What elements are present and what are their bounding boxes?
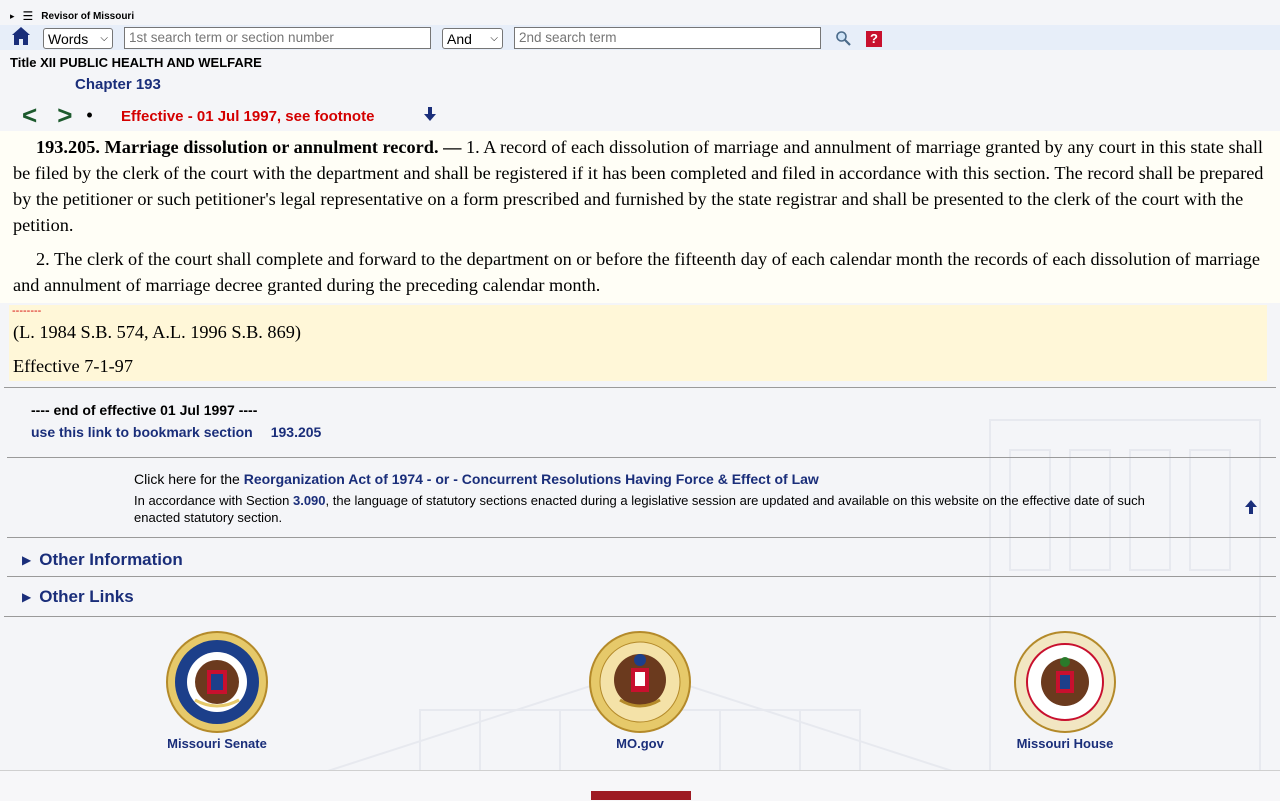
search-term2-input[interactable]: 2nd search term xyxy=(514,27,821,49)
divider xyxy=(4,387,1276,388)
divider xyxy=(7,537,1276,538)
missouri-house-seal[interactable] xyxy=(1013,630,1117,734)
reorganization-act-link[interactable]: Reorganization Act of 1974 - or - Concur… xyxy=(244,471,819,487)
divider xyxy=(7,457,1276,458)
search-connector-select[interactable]: And ⌵ xyxy=(442,28,503,49)
effective-date-note: Effective 7-1-97 xyxy=(13,356,133,376)
missouri-state-seal[interactable] xyxy=(588,630,692,734)
divider xyxy=(7,576,1276,577)
bullet-icon: • xyxy=(86,104,93,125)
footnote-separator: -------- xyxy=(12,305,42,317)
statute-paragraph-2: 2. The clerk of the court shall complete… xyxy=(13,249,1261,295)
footnote-box: -------- (L. 1984 S.B. 574, A.L. 1996 S.… xyxy=(9,305,1267,381)
footer-accent xyxy=(591,791,691,800)
legislative-history: (L. 1984 S.B. 574, A.L. 1996 S.B. 869) xyxy=(13,322,301,342)
chevron-down-icon: ⌵ xyxy=(100,33,108,44)
missouri-house-link[interactable]: Missouri House xyxy=(995,736,1135,751)
search-connector-value: And xyxy=(447,30,472,47)
site-header: ▸ ☰ Revisor of Missouri xyxy=(10,9,134,23)
missouri-senate-link[interactable]: Missouri Senate xyxy=(150,736,284,751)
end-of-effective: ---- end of effective 01 Jul 1997 ---- xyxy=(31,402,258,418)
title-breadcrumb: Title XII PUBLIC HEALTH AND WELFARE xyxy=(10,55,262,70)
menu-icon[interactable]: ☰ xyxy=(23,10,34,22)
chevron-right-icon: ▶ xyxy=(22,590,32,604)
other-information-label: Other Information xyxy=(39,550,183,569)
search-icon[interactable] xyxy=(835,30,851,46)
section-nav: < > • xyxy=(22,101,93,129)
statute-text: 193.205. Marriage dissolution or annulme… xyxy=(0,131,1280,303)
search-term1-input[interactable]: 1st search term or section number xyxy=(124,27,431,49)
bookmark-label[interactable]: use this link to bookmark section xyxy=(31,424,253,440)
expand-icon[interactable]: ▸ xyxy=(10,11,15,22)
chevron-down-icon: ⌵ xyxy=(490,33,498,44)
search-bar: Words ⌵ 1st search term or section numbe… xyxy=(0,25,1280,50)
reorganization-notice: Click here for the Reorganization Act of… xyxy=(134,471,819,487)
bookmark-link[interactable]: use this link to bookmark section 193.205 xyxy=(31,424,321,440)
site-title: Revisor of Missouri xyxy=(41,10,135,22)
statute-paragraph-1: 193.205. Marriage dissolution or annulme… xyxy=(13,134,1273,238)
other-links-toggle[interactable]: ▶ Other Links xyxy=(22,587,134,607)
search-mode-select[interactable]: Words ⌵ xyxy=(43,28,113,49)
home-icon[interactable] xyxy=(11,26,31,46)
mo-gov-link[interactable]: MO.gov xyxy=(590,736,690,751)
other-links-label: Other Links xyxy=(39,587,134,606)
bookmark-section-number[interactable]: 193.205 xyxy=(271,424,322,440)
section-3090-link[interactable]: 3.090 xyxy=(293,493,326,508)
down-arrow-icon[interactable] xyxy=(422,106,438,122)
effective-date-notice: In accordance with Section 3.090, the la… xyxy=(134,492,1174,526)
up-arrow-icon[interactable] xyxy=(1243,499,1259,515)
section-heading: 193.205. Marriage dissolution or annulme… xyxy=(36,137,462,157)
help-icon[interactable]: ? xyxy=(866,31,882,47)
chapter-link[interactable]: Chapter 193 xyxy=(75,76,161,93)
accord-prefix: In accordance with Section xyxy=(134,493,293,508)
reorg-prefix: Click here for the xyxy=(134,471,244,487)
search-mode-value: Words xyxy=(48,30,89,47)
next-section-button[interactable]: > xyxy=(57,102,72,128)
effective-footnote-link[interactable]: Effective - 01 Jul 1997, see footnote xyxy=(121,108,374,125)
missouri-senate-seal[interactable] xyxy=(165,630,269,734)
chevron-right-icon: ▶ xyxy=(22,553,32,567)
divider xyxy=(4,616,1276,617)
other-information-toggle[interactable]: ▶ Other Information xyxy=(22,550,183,570)
prev-section-button[interactable]: < xyxy=(22,102,37,128)
